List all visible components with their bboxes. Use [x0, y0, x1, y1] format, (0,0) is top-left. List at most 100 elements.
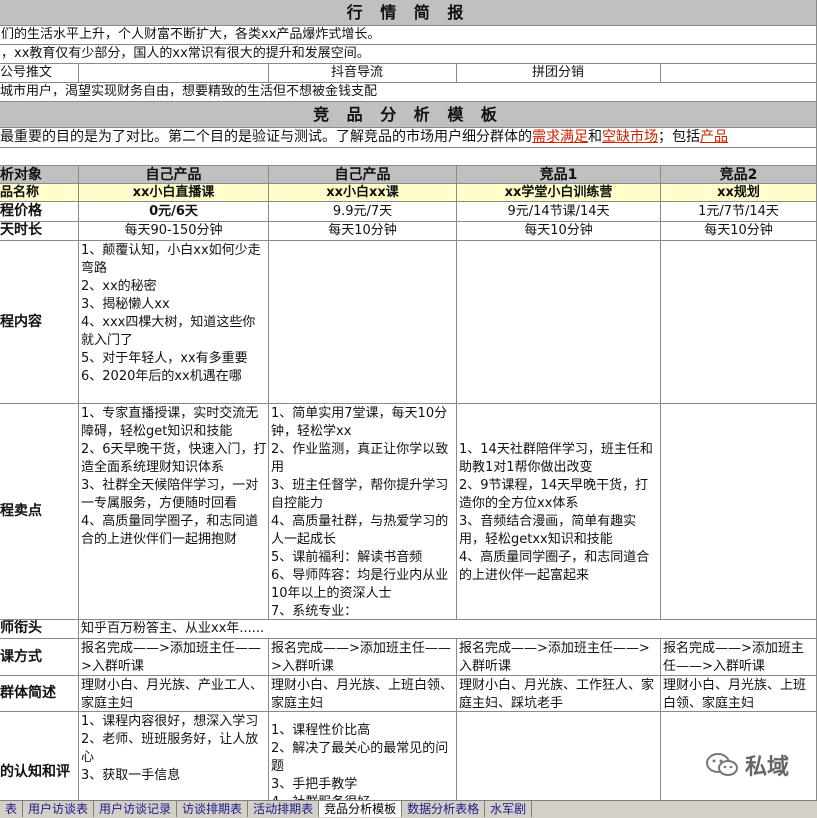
empty-cell[interactable]	[79, 64, 269, 83]
cell-name-c1[interactable]: xx小白直播课	[79, 184, 269, 202]
sheet-tab-data-analysis[interactable]: 数据分析表格	[402, 801, 486, 817]
cell-teacher-c1[interactable]: 知乎百万粉答主、从业xx年......	[79, 620, 817, 639]
banner-competitor-template[interactable]: 竞 品 分 析 模 板	[0, 102, 817, 128]
empty-cell[interactable]	[457, 712, 661, 800]
cell-group-c1[interactable]: 理财小白、月光族、产业工人、家庭主妇	[79, 676, 269, 712]
audience-text[interactable]: 城市用户，渴望实现财务自由，想要精致的生活但不想被金钱支配	[0, 83, 817, 102]
header-own-product-1[interactable]: 自己产品	[79, 166, 269, 184]
sheet-tab-user-interview[interactable]: 用户访谈表	[23, 801, 95, 817]
cell-group-c4[interactable]: 理财小白、月光族、上班白领、家庭主妇	[661, 676, 817, 712]
cell-method-c4[interactable]: 报名完成——>添加班主任——>入群听课	[661, 639, 817, 676]
row-product-name: 品名称 xx小白直播课 xx小白xx课 xx学堂小白训练营 xx规划	[0, 184, 817, 202]
sheet-tab-interview-schedule[interactable]: 访谈排期表	[177, 801, 249, 817]
row-teacher-title: 师衔头 知乎百万粉答主、从业xx年......	[0, 620, 817, 639]
cell-price-c4[interactable]: 1元/7节/14天	[661, 202, 817, 222]
empty-cell[interactable]	[269, 241, 457, 404]
cell-selling-c3-wrapper[interactable]: 1、14天社群陪伴学习，班主任和助教1对1帮你做出改变 2、9节课程，14天早晚…	[457, 404, 661, 620]
row-price: 程价格 0元/6天 9.9元/7天 9元/14节课/14天 1元/7节/14天	[0, 202, 817, 222]
purpose-text[interactable]: 最重要的目的是为了对比。第二个目的是验证与测试。了解竞品的市场用户细分群体的需求…	[0, 128, 817, 148]
cell-price-c3[interactable]: 9元/14节课/14天	[457, 202, 661, 222]
purpose-text-before: 最重要的目的是为了对比。第二个目的是验证与测试。了解竞品的市场用户细分群体的	[0, 129, 532, 145]
sheet-tab-competitor-template[interactable]: 竞品分析模板	[319, 801, 403, 817]
header-label[interactable]: 析对象	[0, 166, 79, 184]
channels-row: 公号推文 抖音导流 拼团分销	[0, 64, 817, 83]
info-text-2[interactable]: ，xx教育仅有少部分，国人的xx常识有很大的提升和发展空间。	[0, 45, 817, 64]
label-selling-points-text: 程卖点	[0, 503, 42, 519]
label-course-content[interactable]: 程内容	[0, 241, 79, 404]
header-competitor-1[interactable]: 竞品1	[457, 166, 661, 184]
banner-market-brief[interactable]: 行 情 简 报	[0, 0, 817, 26]
cell-name-c3[interactable]: xx学堂小白训练营	[457, 184, 661, 202]
label-course-content-text: 程内容	[0, 313, 42, 330]
empty-cell[interactable]	[457, 241, 661, 404]
purpose-text-include: ；包括	[658, 129, 700, 145]
empty-cell[interactable]	[661, 712, 817, 800]
channel-cell-3[interactable]: 拼团分销	[457, 64, 661, 83]
empty-cell[interactable]	[661, 404, 817, 620]
cell-selling-c1[interactable]: 1、专家直播授课，实时交流无障碍，轻松get知识和技能 2、6天早晚干货，快速入…	[79, 404, 269, 620]
label-price[interactable]: 程价格	[0, 202, 79, 222]
cell-duration-c4[interactable]: 每天10分钟	[661, 222, 817, 241]
cell-duration-c1[interactable]: 每天90-150分钟	[79, 222, 269, 241]
info-row-2: ，xx教育仅有少部分，国人的xx常识有很大的提升和发展空间。	[0, 45, 817, 64]
cell-selling-c3: 1、14天社群陪伴学习，班主任和助教1对1帮你做出改变 2、9节课程，14天早晚…	[459, 442, 653, 583]
channel-cell-1[interactable]: 公号推文	[0, 64, 79, 83]
cell-content-c1[interactable]: 1、颠覆认知，小白xx如何少走弯路 2、xx的秘密 3、揭秘懒人xx 4、xxx…	[79, 241, 269, 404]
banner-row-market: 行 情 简 报	[0, 0, 817, 26]
label-user-group-text: 群体简述	[0, 685, 56, 701]
cell-selling-c2[interactable]: 1、简单实用7堂课，每天10分钟，轻松学xx 2、作业监测，真正让你学以致用 3…	[269, 404, 457, 620]
info-text-1[interactable]: 们的生活水平上升，个人财富不断扩大，各类xx产品爆炸式增长。	[0, 26, 817, 45]
label-teacher-title[interactable]: 师衔头	[0, 620, 79, 639]
empty-cell[interactable]	[0, 148, 817, 166]
link-product[interactable]: 产品	[700, 129, 728, 145]
sheet-tab-1[interactable]: 表	[0, 801, 24, 817]
purpose-text-and: 和	[588, 129, 602, 145]
cell-cognition-c2-wrapper[interactable]: 1、课程性价比高 2、解决了最关心的最常见的问题 3、手把手教学 4、社群服务很…	[269, 712, 457, 800]
header-competitor-2[interactable]: 竞品2	[661, 166, 817, 184]
cell-name-c4[interactable]: xx规划	[661, 184, 817, 202]
cell-cognition-c2: 1、课程性价比高 2、解决了最关心的最常见的问题 3、手把手教学 4、社群服务很…	[271, 723, 449, 800]
label-user-group[interactable]: 群体简述	[0, 676, 79, 712]
cell-method-c2[interactable]: 报名完成——>添加班主任——>入群听课	[269, 639, 457, 676]
cell-price-c1[interactable]: 0元/6天	[79, 202, 269, 222]
spacer-row	[0, 148, 817, 166]
cell-cognition-c1[interactable]: 1、课程内容很好，想深入学习 2、老师、班班服务好，让人放心 3、获取一手信息	[79, 712, 269, 800]
row-user-group: 群体简述 理财小白、月光族、产业工人、家庭主妇 理财小白、月光族、上班白领、家庭…	[0, 676, 817, 712]
link-gap-market[interactable]: 空缺市场	[602, 129, 658, 145]
label-cognition-text: 的认知和评	[0, 764, 70, 780]
cell-duration-c2[interactable]: 每天10分钟	[269, 222, 457, 241]
label-class-method[interactable]: 课方式	[0, 639, 79, 676]
label-duration[interactable]: 天时长	[0, 222, 79, 241]
row-duration: 天时长 每天90-150分钟 每天10分钟 每天10分钟 每天10分钟	[0, 222, 817, 241]
cell-group-c2[interactable]: 理财小白、月光族、上班白领、家庭主妇	[269, 676, 457, 712]
info-row-1: 们的生活水平上升，个人财富不断扩大，各类xx产品爆炸式增长。	[0, 26, 817, 45]
sheet-tab-water-army[interactable]: 水军剧	[485, 801, 533, 817]
link-demand-satisfaction[interactable]: 需求满足	[532, 129, 588, 145]
cell-duration-c3[interactable]: 每天10分钟	[457, 222, 661, 241]
sheet-tab-bar: 表用户访谈表 用户访谈记录 访谈排期表 活动排期表 竞品分析模板 数据分析表格 水军剧	[0, 800, 817, 818]
audience-row: 城市用户，渴望实现财务自由，想要精致的生活但不想被金钱支配	[0, 83, 817, 102]
label-product-name[interactable]: 品名称	[0, 184, 79, 202]
spreadsheet-grid: 行 情 简 报 们的生活水平上升，个人财富不断扩大，各类xx产品爆炸式增长。 ，…	[0, 0, 817, 800]
purpose-row: 最重要的目的是为了对比。第二个目的是验证与测试。了解竞品的市场用户细分群体的需求…	[0, 128, 817, 148]
label-selling-points[interactable]: 程卖点	[0, 404, 79, 620]
column-header-row: 析对象 自己产品 自己产品 竞品1 竞品2	[0, 166, 817, 184]
header-own-product-2[interactable]: 自己产品	[269, 166, 457, 184]
cell-method-c3[interactable]: 报名完成——>添加班主任——>入群听课	[457, 639, 661, 676]
sheet-tab-activity-schedule[interactable]: 活动排期表	[248, 801, 320, 817]
cell-price-c2[interactable]: 9.9元/7天	[269, 202, 457, 222]
cell-group-c3[interactable]: 理财小白、月光族、工作狂人、家庭主妇、踩坑老手	[457, 676, 661, 712]
channel-cell-2[interactable]: 抖音导流	[269, 64, 457, 83]
empty-cell[interactable]	[661, 64, 817, 83]
row-cognition: 的认知和评 1、课程内容很好，想深入学习 2、老师、班班服务好，让人放心 3、获…	[0, 712, 817, 800]
label-class-method-text: 课方式	[0, 648, 42, 665]
row-selling-points: 程卖点 1、专家直播授课，实时交流无障碍，轻松get知识和技能 2、6天早晚干货…	[0, 404, 817, 620]
row-class-method: 课方式 报名完成——>添加班主任——>入群听课 报名完成——>添加班主任——>入…	[0, 639, 817, 676]
banner-row-competitor: 竞 品 分 析 模 板	[0, 102, 817, 128]
cell-method-c1[interactable]: 报名完成——>添加班主任——>入群听课	[79, 639, 269, 676]
empty-cell[interactable]	[661, 241, 817, 404]
row-course-content: 程内容 1、颠覆认知，小白xx如何少走弯路 2、xx的秘密 3、揭秘懒人xx 4…	[0, 241, 817, 404]
sheet-tab-interview-record[interactable]: 用户访谈记录	[94, 801, 178, 817]
label-cognition[interactable]: 的认知和评	[0, 712, 79, 800]
cell-name-c2[interactable]: xx小白xx课	[269, 184, 457, 202]
